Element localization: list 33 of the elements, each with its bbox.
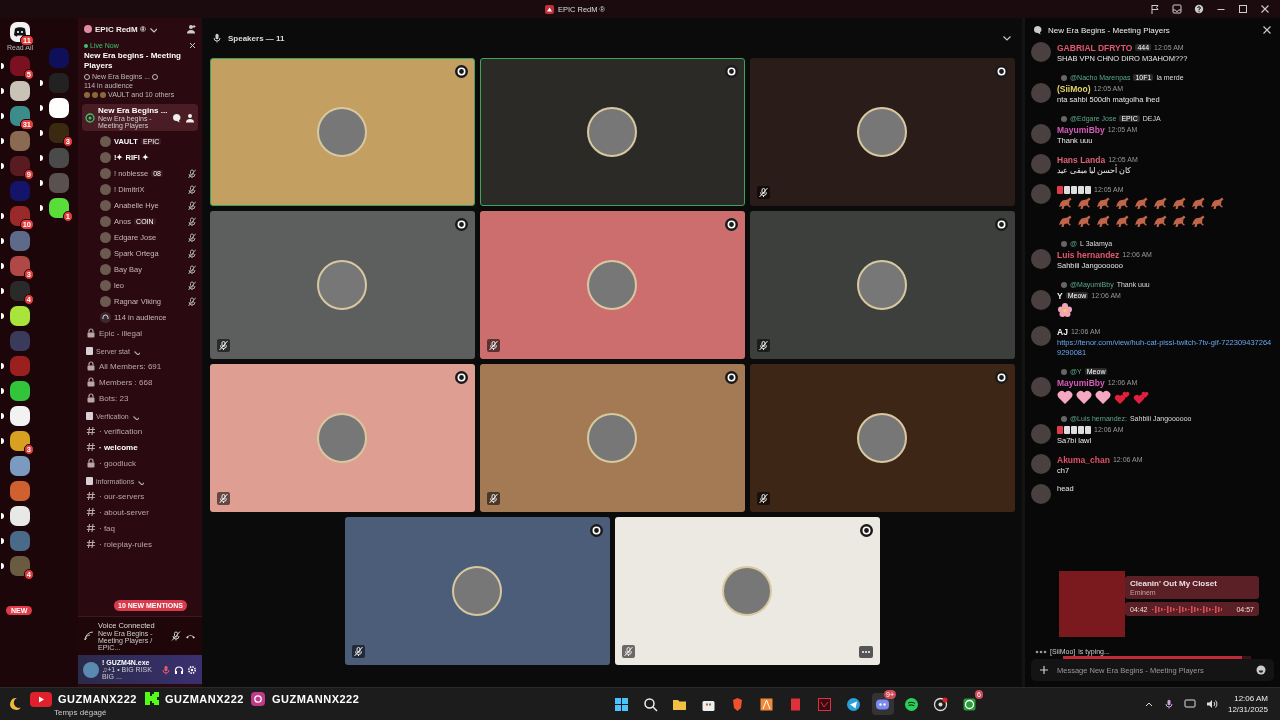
clock-date: 12/31/2025 <box>1227 705 1268 714</box>
clock-time: 12:06 AM <box>1234 694 1268 703</box>
clock[interactable]: 12:06 AM 12/31/2025 <box>1227 694 1268 714</box>
channel-name[interactable]: Epic - illegal <box>99 328 143 338</box>
speakers-heading: Speakers — 11 <box>228 33 285 43</box>
channel-name[interactable]: Members : 668 <box>99 377 153 387</box>
author-name[interactable]: MayumiBby <box>1057 377 1105 388</box>
channel-name[interactable]: · roleplay-rules <box>99 539 152 549</box>
social-handle: GUZMANNX222 <box>271 693 360 705</box>
author-name[interactable]: MayumiBby <box>1057 124 1105 135</box>
channel-name[interactable]: Bots: 23 <box>99 393 129 403</box>
stage-channel-name: New Era Begins ... <box>98 106 169 115</box>
author-name[interactable]: Hans Landa <box>1057 154 1106 165</box>
channel-name[interactable]: All Members: 691 <box>99 361 162 371</box>
thread-title: New Era Begins - Meeting Players <box>1048 25 1170 35</box>
author-name[interactable]: Luis hernandez <box>1057 249 1120 260</box>
track-title: Cleanin' Out My Closet <box>1130 579 1218 588</box>
author-name[interactable]: Akuma_chan <box>1057 454 1110 465</box>
social-handle: GUZMANX222 <box>58 693 137 705</box>
channel-name[interactable]: · about-server <box>99 507 149 517</box>
social-handle: GUZMANX222 <box>164 693 244 705</box>
author-name[interactable]: GABRIAL DFRYTO <box>1057 42 1133 53</box>
channel-name[interactable]: · welcome <box>99 442 138 452</box>
channel-name[interactable]: · verification <box>99 426 143 436</box>
channel-name[interactable]: · faq <box>99 523 115 533</box>
author-name[interactable]: (SiiMoo) <box>1057 83 1091 94</box>
weather-text[interactable]: Temps dégagé <box>30 708 360 717</box>
server-name[interactable]: EPIC RedM ® <box>95 24 146 34</box>
live-title[interactable]: New Era begins - Meeting Players <box>84 51 196 71</box>
channel-name[interactable]: · goodluck <box>99 458 136 468</box>
author-name[interactable]: Y <box>1057 290 1063 301</box>
author-name[interactable]: AJ <box>1057 326 1068 337</box>
channel-name[interactable]: · our-servers <box>99 491 145 501</box>
